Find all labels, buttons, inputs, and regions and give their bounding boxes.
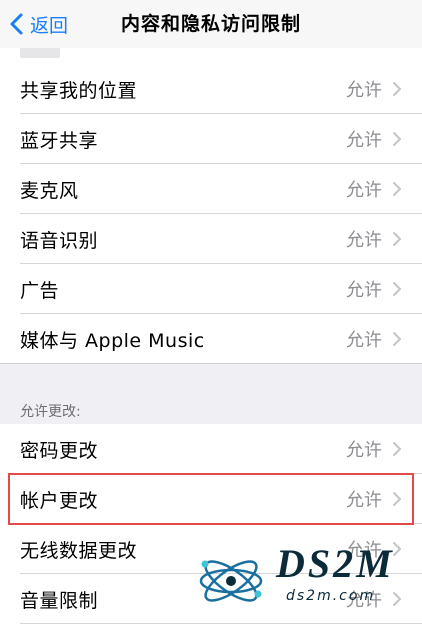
chevron-right-icon <box>393 492 401 506</box>
chevron-right-icon <box>393 332 401 346</box>
row-account-changes[interactable]: 帐户更改 允许 <box>0 474 422 524</box>
row-value: 允许 <box>346 440 382 461</box>
back-label: 返回 <box>30 14 69 37</box>
chevron-right-icon <box>393 232 401 246</box>
row-label: 无线数据更改 <box>20 539 138 562</box>
cut-off-row-text <box>20 48 60 58</box>
chevron-right-icon <box>393 82 401 96</box>
row-label: 共享我的位置 <box>20 79 138 102</box>
section-header-allow-changes: 允许更改: <box>20 404 81 420</box>
row-value: 允许 <box>346 180 382 201</box>
row-volume-limit[interactable]: 音量限制 允许 <box>0 574 422 624</box>
row-share-location[interactable]: 共享我的位置 允许 <box>0 64 422 114</box>
row-value: 允许 <box>346 590 382 611</box>
row-cellular-data-changes[interactable]: 无线数据更改 允许 <box>0 524 422 574</box>
settings-group-1: 共享我的位置 允许 蓝牙共享 允许 麦克风 允许 语音识别 允许 广告 允许 媒… <box>0 64 422 364</box>
settings-group-2: 密码更改 允许 帐户更改 允许 无线数据更改 允许 音量限制 允许 <box>0 424 422 624</box>
row-microphone[interactable]: 麦克风 允许 <box>0 164 422 214</box>
row-value: 允许 <box>346 130 382 151</box>
page-title: 内容和隐私访问限制 <box>120 13 301 35</box>
row-label: 广告 <box>20 279 60 302</box>
row-passcode-changes[interactable]: 密码更改 允许 <box>0 424 422 474</box>
row-value: 允许 <box>346 80 382 101</box>
row-label: 媒体与 Apple Music <box>20 329 205 352</box>
chevron-right-icon <box>393 442 401 456</box>
row-value: 允许 <box>346 230 382 251</box>
row-value: 允许 <box>346 280 382 301</box>
row-label: 麦克风 <box>20 179 79 202</box>
row-label: 密码更改 <box>20 439 99 462</box>
chevron-right-icon <box>393 592 401 606</box>
row-bluetooth-sharing[interactable]: 蓝牙共享 允许 <box>0 114 422 164</box>
chevron-right-icon <box>393 542 401 556</box>
row-speech-recognition[interactable]: 语音识别 允许 <box>0 214 422 264</box>
row-media-apple-music[interactable]: 媒体与 Apple Music 允许 <box>0 314 422 364</box>
chevron-right-icon <box>393 132 401 146</box>
chevron-right-icon <box>393 282 401 296</box>
row-label: 语音识别 <box>20 229 99 252</box>
navigation-bar: 返回 内容和隐私访问限制 <box>0 0 422 48</box>
chevron-right-icon <box>393 182 401 196</box>
chevron-left-icon <box>10 13 23 35</box>
row-label: 音量限制 <box>20 589 99 612</box>
row-label: 帐户更改 <box>20 489 99 512</box>
row-value: 允许 <box>346 490 382 511</box>
row-label: 蓝牙共享 <box>20 129 99 152</box>
row-value: 允许 <box>346 330 382 351</box>
partial-list-row <box>0 48 422 65</box>
row-value: 允许 <box>346 540 382 561</box>
back-button[interactable]: 返回 <box>4 8 68 40</box>
row-advertising[interactable]: 广告 允许 <box>0 264 422 314</box>
